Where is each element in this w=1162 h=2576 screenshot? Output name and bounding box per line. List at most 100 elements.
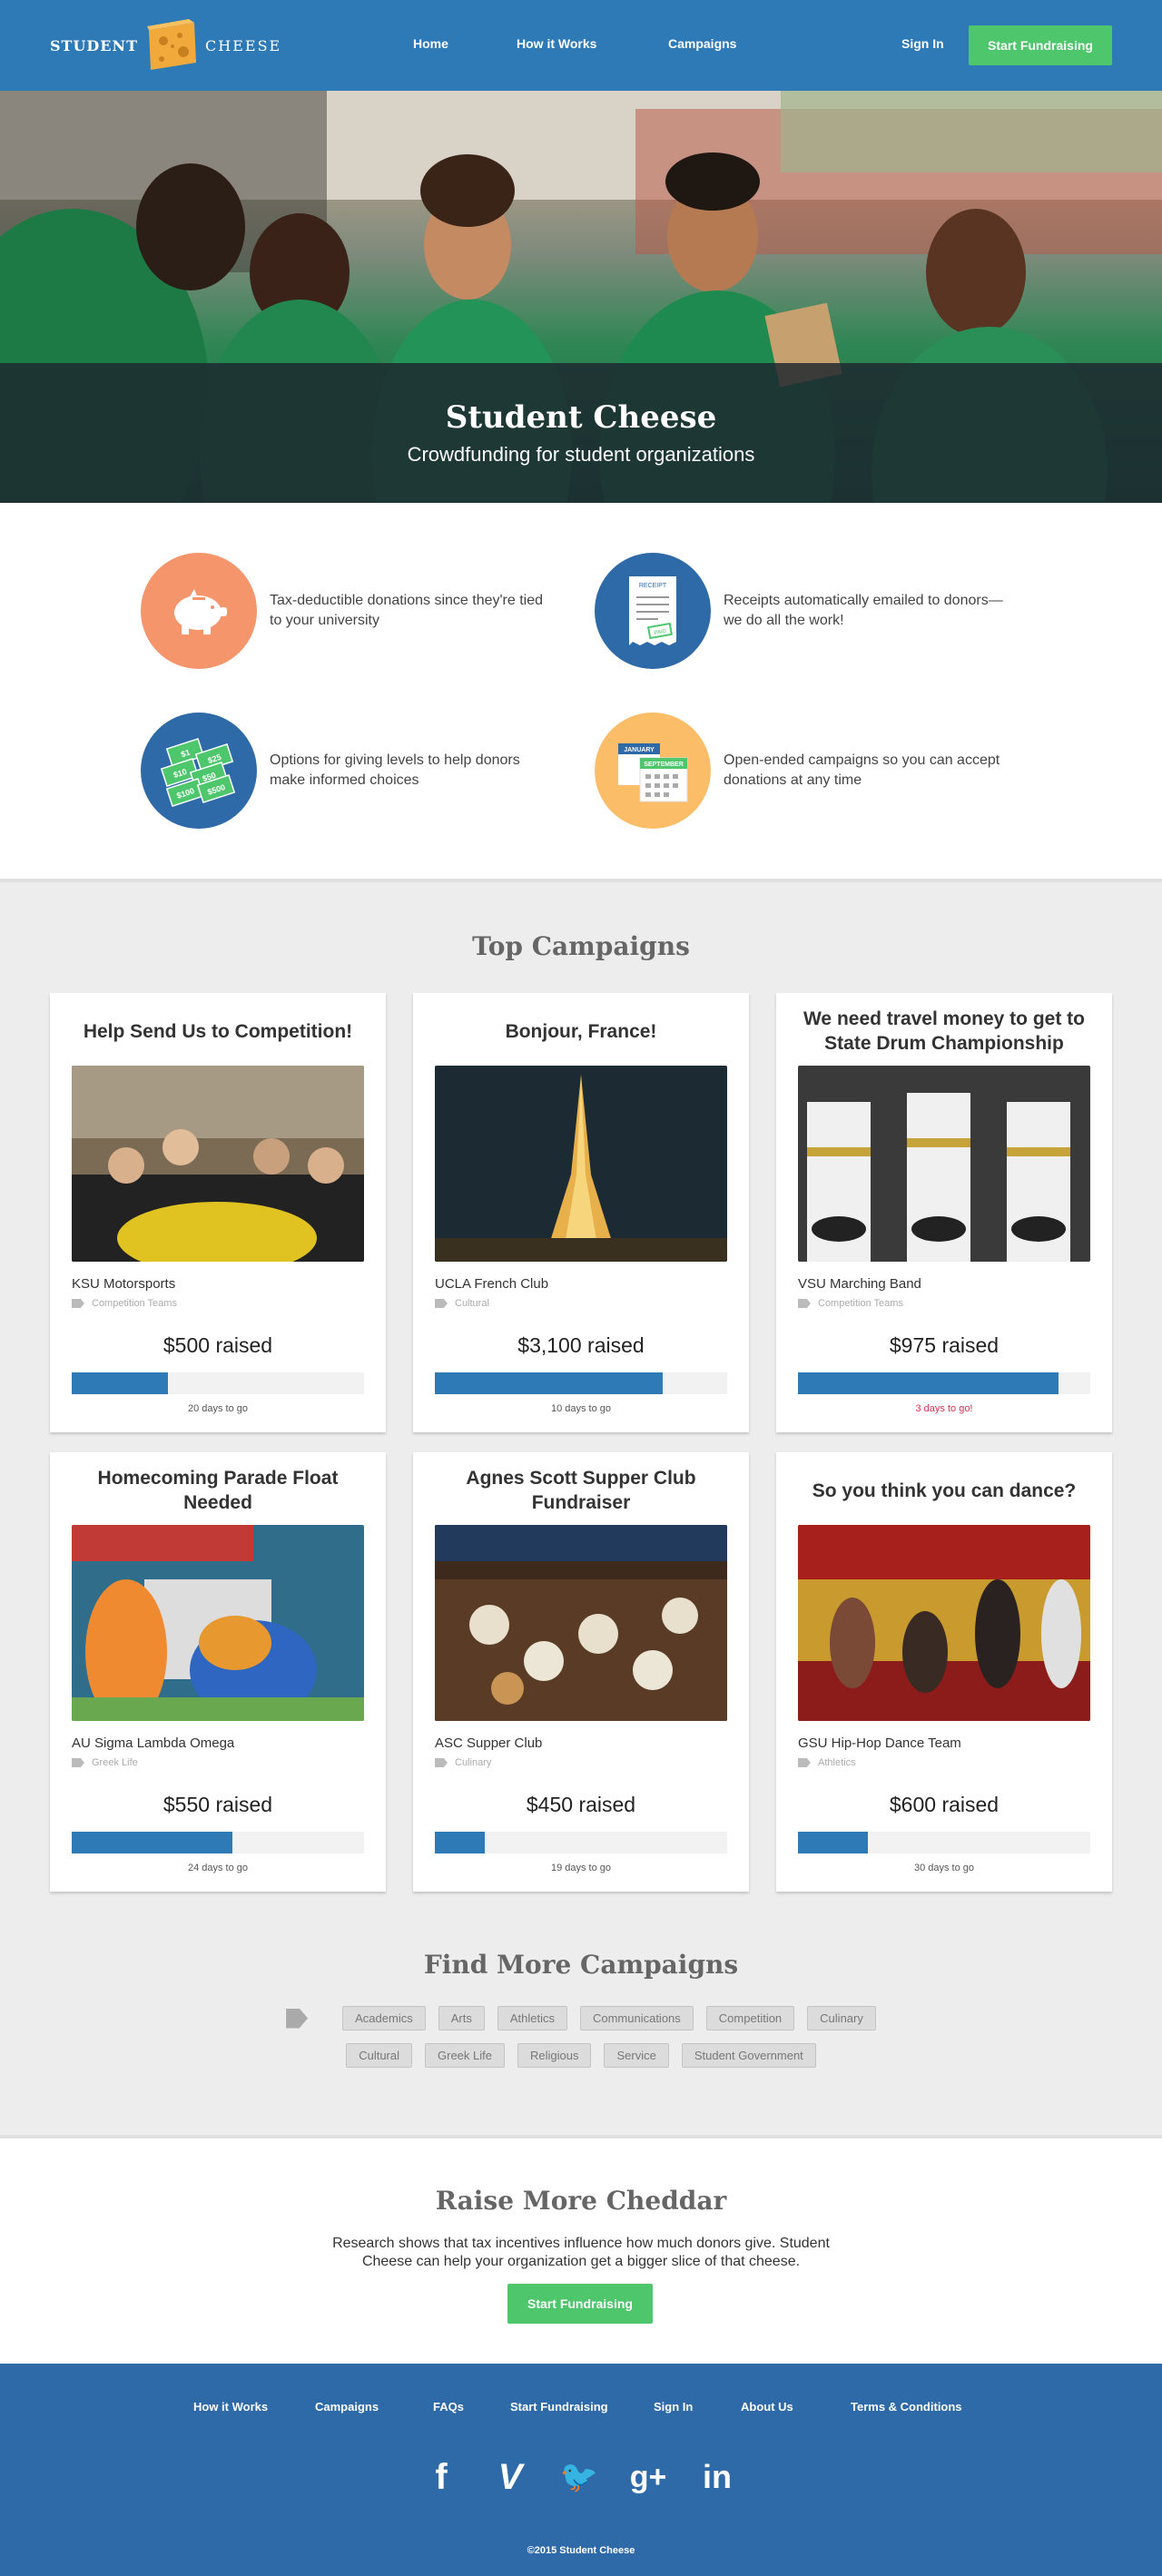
nav-home[interactable]: Home: [413, 36, 448, 51]
receipt-label: RECEIPT: [639, 583, 667, 589]
google-plus-icon[interactable]: g+: [625, 2454, 671, 2500]
hero-caption: Student Cheese Crowdfunding for student …: [0, 363, 1162, 503]
campaign-category: Competition Teams: [798, 1298, 903, 1309]
calendar-icon: JANUARY SEPTEMBER: [595, 713, 711, 829]
footer-how-it-works[interactable]: How it Works: [193, 2400, 268, 2414]
tag-student-government[interactable]: Student Government: [681, 2043, 816, 2068]
raise-line: Cheese can help your organization get a …: [361, 2254, 801, 2269]
linkedin-icon[interactable]: in: [694, 2454, 740, 2500]
feature-tax-deductible: Tax-deductible donations since they're t…: [141, 552, 558, 670]
campaign-image[interactable]: [798, 1066, 1090, 1262]
raise-title: Raise More Cheddar: [435, 2186, 727, 2216]
tag-greek-life[interactable]: Greek Life: [425, 2043, 505, 2068]
tag-communications[interactable]: Communications: [579, 2006, 694, 2030]
footer-faqs[interactable]: FAQs: [433, 2400, 464, 2414]
money-bills-icon: $1 $25 $10 $50 $100 $500: [141, 713, 257, 829]
logo-text-left: STUDENT: [50, 36, 139, 54]
progress-bar: [798, 1372, 1090, 1394]
nav-campaigns[interactable]: Campaigns: [668, 36, 736, 51]
feature-text: Tax-deductible donations since they're t…: [270, 593, 544, 628]
start-fundraising-button[interactable]: Start Fundraising: [507, 2284, 653, 2324]
progress-fill: [435, 1372, 664, 1394]
campaign-organization: AU Sigma Lambda Omega: [72, 1735, 235, 1751]
footer: How it Works Campaigns FAQs Start Fundra…: [0, 2364, 1162, 2576]
campaign-card[interactable]: We need travel money to get to State Dru…: [776, 993, 1112, 1432]
campaign-card[interactable]: Agnes Scott Supper Club Fundraiser ASC S…: [413, 1452, 749, 1892]
hero-subtitle: Crowdfunding for student organizations: [407, 443, 755, 466]
campaign-image[interactable]: [435, 1525, 727, 1721]
nav-sign-in[interactable]: Sign In: [901, 36, 944, 51]
footer-campaigns[interactable]: Campaigns: [315, 2400, 379, 2414]
footer-sign-in[interactable]: Sign In: [654, 2400, 693, 2414]
copyright: ©2015 Student Cheese: [527, 2545, 635, 2556]
campaign-image[interactable]: [72, 1525, 364, 1721]
receipt-icon: RECEIPT PAID: [595, 553, 711, 669]
days-remaining: 19 days to go: [550, 1863, 612, 1873]
progress-fill: [798, 1372, 1059, 1394]
campaign-title[interactable]: Bonjour, France!: [431, 1006, 731, 1057]
campaign-title[interactable]: Agnes Scott Supper Club Fundraiser: [431, 1465, 731, 1516]
hero-title: Student Cheese: [445, 399, 717, 436]
logo-text-right: CHEESE: [205, 36, 282, 54]
nav-how-it-works[interactable]: How it Works: [517, 36, 596, 51]
category-label: Competition Teams: [818, 1298, 903, 1309]
campaign-card[interactable]: So you think you can dance? GSU Hip-Hop …: [776, 1452, 1112, 1892]
cheese-logo-icon: [147, 19, 197, 70]
category-label: Athletics: [818, 1757, 856, 1768]
amount-raised: $450 raised: [526, 1793, 636, 1816]
campaign-card[interactable]: Bonjour, France! UCLA French Club Cultur…: [413, 993, 749, 1432]
feature-text: Options for giving levels to help donors…: [270, 752, 520, 788]
progress-fill: [72, 1832, 233, 1853]
calendar-month-label: SEPTEMBER: [644, 762, 684, 768]
progress-fill: [72, 1372, 169, 1394]
tag-culinary[interactable]: Culinary: [807, 2006, 876, 2030]
progress-bar: [798, 1832, 1090, 1853]
tag-cultural[interactable]: Cultural: [346, 2043, 412, 2068]
hero-banner: Student Cheese Crowdfunding for student …: [0, 91, 1162, 503]
category-label: Greek Life: [92, 1757, 138, 1768]
raise-line: Research shows that tax incentives influ…: [332, 2236, 830, 2251]
category-label: Competition Teams: [92, 1298, 177, 1309]
tag-religious[interactable]: Religious: [517, 2043, 592, 2068]
feature-receipts: RECEIPT PAID Receipts automatically emai…: [595, 552, 1012, 670]
category-label: Cultural: [455, 1298, 489, 1309]
campaign-organization: ASC Supper Club: [435, 1735, 543, 1751]
campaign-organization: UCLA French Club: [435, 1276, 549, 1292]
feature-text: Receipts automatically emailed to donors…: [724, 593, 1003, 628]
start-fundraising-button[interactable]: Start Fundraising: [969, 25, 1112, 65]
campaign-card[interactable]: Help Send Us to Competition! KSU Motorsp…: [50, 993, 386, 1432]
tag-arts[interactable]: Arts: [438, 2006, 485, 2030]
campaign-image[interactable]: [798, 1525, 1090, 1721]
tag-icon: [798, 1758, 811, 1767]
progress-fill: [435, 1832, 485, 1853]
find-more-title: Find More Campaigns: [423, 1950, 739, 1980]
campaign-category: Competition Teams: [72, 1298, 177, 1309]
tag-service[interactable]: Service: [604, 2043, 669, 2068]
footer-start-fundraising[interactable]: Start Fundraising: [510, 2400, 608, 2414]
campaign-card[interactable]: Homecoming Parade Float Needed AU Sigma …: [50, 1452, 386, 1892]
footer-terms[interactable]: Terms & Conditions: [851, 2400, 962, 2414]
campaign-title[interactable]: Homecoming Parade Float Needed: [68, 1465, 368, 1516]
twitter-icon[interactable]: 🐦: [556, 2454, 602, 2500]
facebook-icon[interactable]: f: [419, 2454, 464, 2500]
footer-about-us[interactable]: About Us: [741, 2400, 793, 2414]
campaign-category: Greek Life: [72, 1757, 138, 1768]
tag-row: Academics Arts Athletics Communications …: [0, 2006, 1162, 2030]
progress-bar: [72, 1372, 364, 1394]
campaign-image[interactable]: [72, 1066, 364, 1262]
campaign-title[interactable]: We need travel money to get to State Dru…: [794, 1006, 1094, 1057]
tag-athletics[interactable]: Athletics: [497, 2006, 567, 2030]
campaign-organization: KSU Motorsports: [72, 1276, 176, 1292]
tag-competition[interactable]: Competition: [705, 2006, 795, 2030]
amount-raised: $600 raised: [889, 1793, 1000, 1816]
amount-raised: $500 raised: [162, 1333, 273, 1357]
vimeo-icon[interactable]: V: [487, 2454, 533, 2500]
logo[interactable]: STUDENT CHEESE: [50, 16, 281, 74]
campaign-title[interactable]: Help Send Us to Competition!: [68, 1006, 368, 1057]
campaign-image[interactable]: [435, 1066, 727, 1262]
amount-raised: $550 raised: [162, 1793, 273, 1816]
campaign-title[interactable]: So you think you can dance?: [794, 1465, 1094, 1516]
tag-academics[interactable]: Academics: [342, 2006, 426, 2030]
progress-fill: [798, 1832, 869, 1853]
tag-icon: [72, 1299, 84, 1308]
